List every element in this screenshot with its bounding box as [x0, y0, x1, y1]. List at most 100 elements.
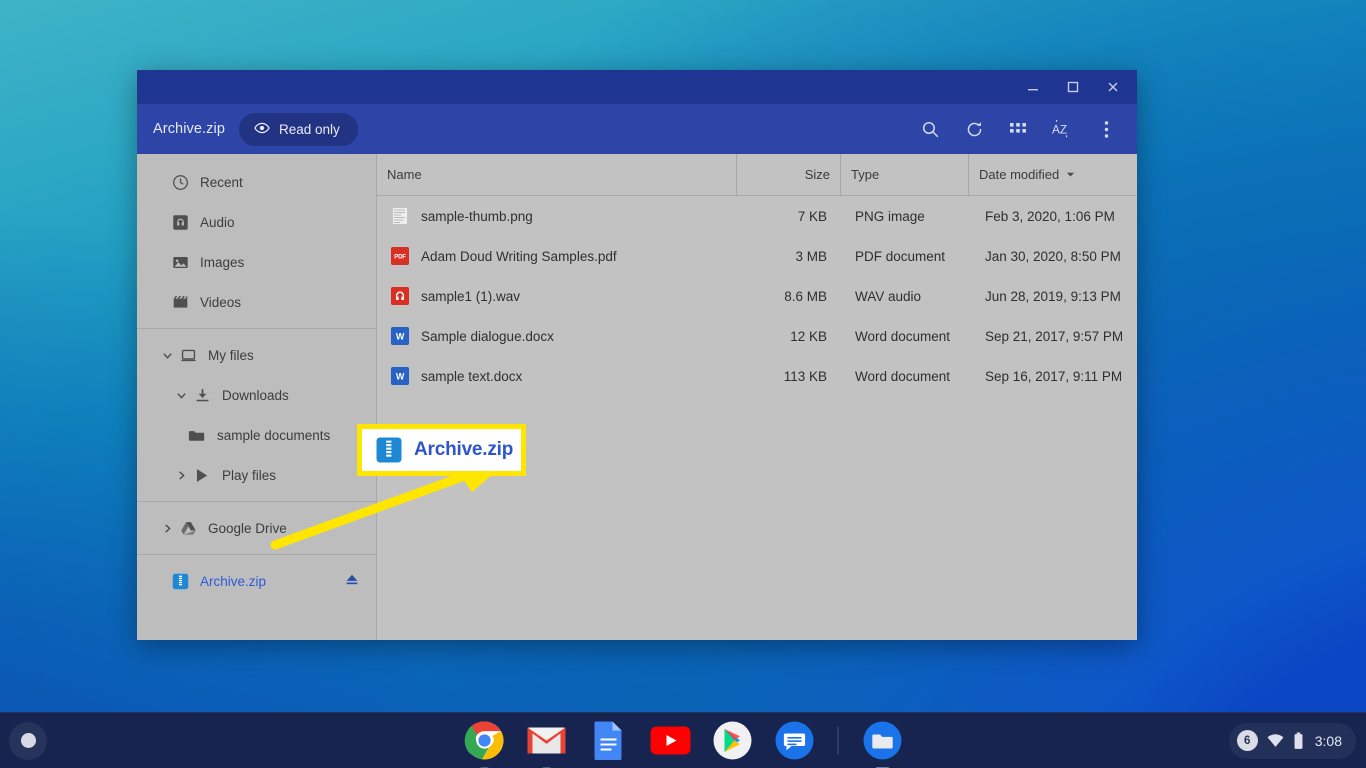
table-row[interactable]: PDF Adam Doud Writing Samples.pdf 3 MB P…	[377, 236, 1137, 276]
google-drive-icon	[177, 518, 199, 538]
callout-box: Archive.zip	[357, 424, 526, 476]
column-label: Date modified	[979, 167, 1060, 182]
sort-az-icon[interactable]: AZ	[1047, 114, 1077, 144]
sidebar-item-label: Google Drive	[208, 520, 287, 536]
chevron-right-icon[interactable]	[171, 470, 191, 481]
sidebar-item-label: Images	[200, 254, 245, 270]
search-icon[interactable]	[915, 114, 945, 144]
sidebar-item-label: Audio	[200, 214, 235, 230]
video-icon	[169, 292, 191, 312]
cell-type: WAV audio	[855, 288, 922, 304]
file-name: sample text.docx	[421, 368, 523, 384]
cell-name: PDF Adam Doud Writing Samples.pdf	[377, 236, 737, 276]
chevron-down-icon[interactable]	[157, 350, 177, 361]
cell-date: Jan 30, 2020, 8:50 PM	[985, 248, 1121, 264]
sort-descending-icon	[1066, 167, 1075, 182]
sidebar-item-play-files[interactable]: Play files	[137, 455, 376, 495]
archive-title: Archive.zip	[153, 121, 226, 137]
zip-icon	[376, 437, 402, 463]
table-row[interactable]: sample-thumb.png 7 KB PNG image Feb 3, 2…	[377, 196, 1137, 236]
launcher-button[interactable]	[9, 721, 47, 760]
column-label: Size	[804, 167, 830, 182]
sidebar-item-videos[interactable]: Videos	[137, 282, 376, 322]
chevron-right-icon[interactable]	[157, 523, 177, 534]
grid-view-icon[interactable]	[1003, 114, 1033, 144]
table-row[interactable]: sample1 (1).wav 8.6 MB WAV audio Jun 28,…	[377, 276, 1137, 316]
sidebar-item-recent[interactable]: Recent	[137, 162, 376, 202]
cell-size: 8.6 MB	[784, 288, 827, 304]
svg-text:W: W	[396, 332, 405, 342]
sidebar-item-google-drive[interactable]: Google Drive	[137, 508, 376, 548]
battery-icon[interactable]	[1293, 731, 1304, 750]
chevron-down-icon[interactable]	[171, 390, 191, 401]
minimize-icon[interactable]	[1013, 72, 1053, 102]
clock-icon	[169, 172, 191, 192]
cell-name: W sample text.docx	[377, 356, 737, 396]
computer-icon	[177, 345, 199, 365]
sidebar-item-audio[interactable]: Audio	[137, 202, 376, 242]
wav-icon	[391, 287, 409, 305]
read-only-badge: Read only	[239, 112, 358, 146]
shelf-separator	[837, 726, 839, 755]
table-row[interactable]: W sample text.docx 113 KB Word document …	[377, 356, 1137, 396]
sidebar-item-archive-zip[interactable]: Archive.zip	[137, 561, 376, 601]
close-icon[interactable]	[1093, 72, 1133, 102]
sidebar-item-label: Downloads	[222, 387, 289, 403]
cell-date: Sep 21, 2017, 9:57 PM	[985, 328, 1124, 344]
clock-time[interactable]: 3:08	[1315, 733, 1342, 749]
image-icon	[169, 252, 191, 272]
column-header-type[interactable]: Type	[841, 154, 969, 195]
files-icon[interactable]	[862, 720, 903, 768]
files-app-window: Archive.zip Read only AZ Recent Audio Im…	[137, 70, 1137, 640]
cell-name: sample1 (1).wav	[377, 276, 737, 316]
column-header-date-modified[interactable]: Date modified	[969, 154, 1137, 195]
column-header-name[interactable]: Name	[377, 154, 737, 195]
pdf-icon: PDF	[391, 247, 409, 265]
file-name: sample1 (1).wav	[421, 288, 521, 304]
messages-icon[interactable]	[774, 720, 815, 761]
read-only-label: Read only	[279, 121, 340, 137]
more-options-icon[interactable]	[1091, 114, 1121, 144]
gmail-icon[interactable]	[526, 720, 567, 768]
cell-size: 7 KB	[797, 208, 827, 224]
sidebar-item-sample-documents[interactable]: sample documents	[137, 415, 376, 455]
sidebar-item-images[interactable]: Images	[137, 242, 376, 282]
play-store-icon	[191, 465, 213, 485]
docs-icon[interactable]	[588, 720, 629, 761]
youtube-icon[interactable]	[650, 720, 691, 761]
file-list: Name Size Type Date modified sample-thum…	[377, 154, 1137, 640]
download-icon	[191, 385, 213, 405]
svg-text:AZ: AZ	[1052, 123, 1067, 137]
play-store-icon[interactable]	[712, 720, 753, 761]
refresh-icon[interactable]	[959, 114, 989, 144]
system-tray[interactable]: 6 3:08	[1228, 722, 1356, 759]
window-body: Recent Audio Images Videos My files Down…	[137, 154, 1137, 640]
sidebar-item-downloads[interactable]: Downloads	[137, 375, 376, 415]
word-icon: W	[391, 367, 409, 385]
callout-label: Archive.zip	[414, 439, 514, 460]
wifi-icon[interactable]	[1267, 733, 1284, 748]
window-titlebar[interactable]	[137, 70, 1137, 104]
column-header-size[interactable]: Size	[737, 154, 841, 195]
sidebar-item-label: Play files	[222, 467, 277, 483]
cell-type: Word document	[855, 328, 951, 344]
files-toolbar: Archive.zip Read only AZ	[137, 104, 1137, 154]
launcher-icon	[20, 733, 36, 748]
sidebar-item-my-files[interactable]: My files	[137, 335, 376, 375]
cell-size: 3 MB	[795, 248, 827, 264]
cell-type: PNG image	[855, 208, 925, 224]
notification-badge[interactable]: 6	[1236, 730, 1258, 751]
table-row[interactable]: W Sample dialogue.docx 12 KB Word docume…	[377, 316, 1137, 356]
sidebar-divider	[137, 501, 376, 502]
eye-icon	[254, 120, 270, 139]
audio-icon	[169, 212, 191, 232]
cell-size: 113 KB	[783, 368, 827, 384]
sidebar-item-label: Archive.zip	[200, 573, 267, 589]
shelf-apps	[464, 720, 903, 768]
cell-type: Word document	[855, 368, 951, 384]
sidebar-item-label: sample documents	[217, 427, 331, 443]
maximize-icon[interactable]	[1053, 72, 1093, 102]
file-name: sample-thumb.png	[421, 208, 533, 224]
chrome-icon[interactable]	[464, 720, 505, 768]
eject-icon[interactable]	[344, 572, 360, 591]
